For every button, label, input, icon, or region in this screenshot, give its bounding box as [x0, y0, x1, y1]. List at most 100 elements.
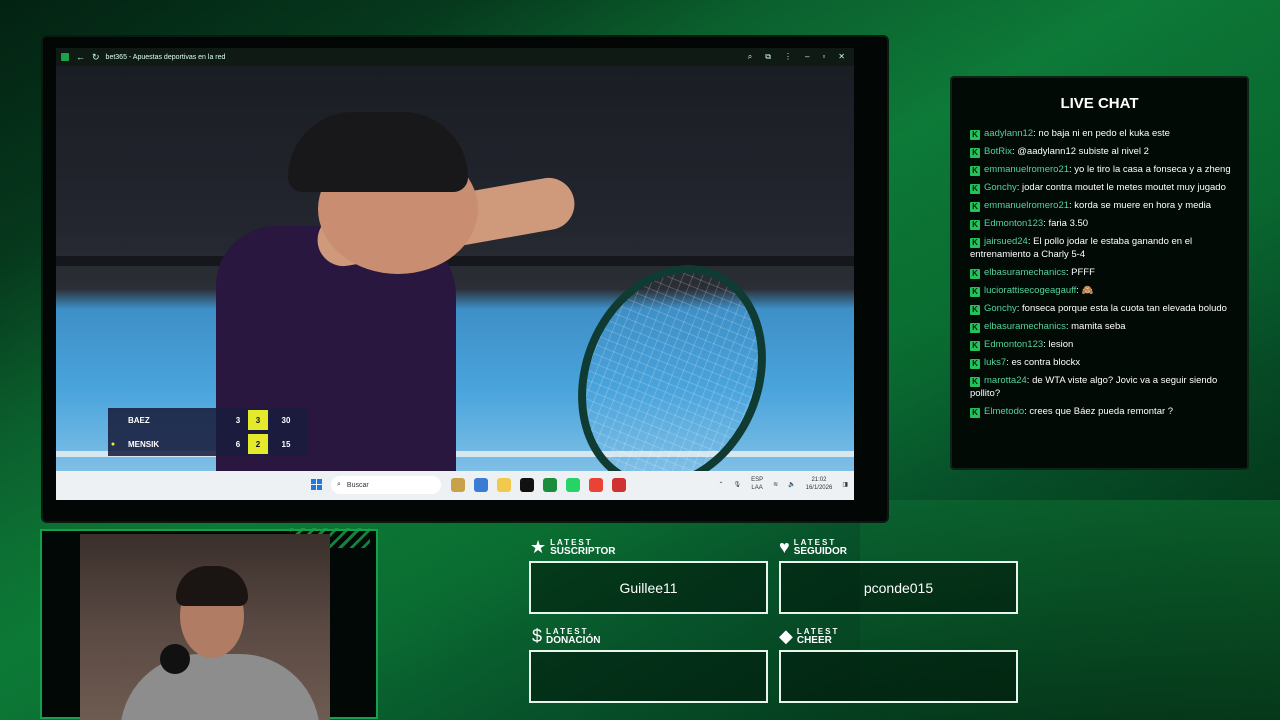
chat-username[interactable]: Edmonton123 [984, 218, 1043, 229]
back-arrow-icon[interactable]: ← [76, 52, 85, 62]
player-name: BAEZ [128, 415, 150, 425]
bet365-favicon-icon [61, 53, 69, 61]
window-controls: ⌕ ⧉ ⋮ – ▫ ✕ [748, 52, 845, 62]
streamer-hair [176, 566, 248, 606]
language-indicator[interactable]: ESP LAA [751, 476, 763, 492]
kick-badge-icon: K [970, 377, 980, 387]
chat-username[interactable]: luciorattisecogeagauff [984, 285, 1076, 296]
chat-message: Kaadylann12: no baja ni en pedo el kuka … [970, 127, 1232, 140]
system-tray: ⌃ 🎙 ESP LAA ≋ 🔈 21:02 16/1/2026 ◨ [718, 476, 848, 492]
chat-username[interactable]: Gonchy [984, 303, 1017, 314]
kick-badge-icon: K [970, 220, 980, 230]
chat-message: Kemmanuelromero21: korda se muere en hor… [970, 199, 1232, 212]
player-cap [288, 112, 468, 192]
label-big: DONACIÓN [546, 635, 601, 646]
kick-badge-icon: K [970, 184, 980, 194]
search-icon: ⌕ [337, 481, 341, 488]
widget-icon[interactable] [451, 478, 465, 492]
chat-username[interactable]: aadylann12 [984, 128, 1033, 139]
chat-text: yo le tiro la casa a fonseca y a zheng [1074, 164, 1231, 175]
chat-username[interactable]: emmanuelromero21 [984, 164, 1069, 175]
player-sets: 6 [235, 439, 241, 449]
chat-message: Kelbasuramechanics: mamita seba [970, 320, 1232, 333]
chat-username[interactable]: Edmonton123 [984, 339, 1043, 350]
chat-message: K Gonchy: fonseca porque esta la cuota ta… [970, 302, 1232, 315]
chat-username[interactable]: Elmetodo [984, 406, 1024, 417]
chat-message: Kelbasuramechanics: PFFF [970, 266, 1232, 279]
chat-username[interactable]: BotRix [984, 146, 1012, 157]
refresh-icon[interactable]: ↻ [92, 52, 100, 63]
tiktok-icon[interactable] [520, 478, 534, 492]
clock[interactable]: 21:02 16/1/2026 [806, 476, 833, 492]
live-chat-panel: LIVE CHAT Kaadylann12: no baja ni en ped… [950, 76, 1249, 470]
chat-username[interactable]: emmanuelromero21 [984, 200, 1069, 211]
wifi-icon[interactable]: ≋ [773, 481, 778, 488]
chat-text: fonseca porque esta la cuota tan elevada… [1022, 303, 1227, 314]
chat-text: 🙈 [1081, 285, 1094, 296]
volume-icon[interactable]: 🔈 [788, 481, 795, 488]
kick-badge-icon: K [970, 202, 980, 212]
search-placeholder: Buscar [346, 481, 369, 489]
heart-icon: ♥ [779, 537, 790, 557]
chat-text: no baja ni en pedo el kuka este [1038, 128, 1170, 139]
chat-username[interactable]: jairsued24 [984, 236, 1028, 247]
diamond-icon: ◆ [779, 626, 793, 646]
chrome-icon[interactable] [589, 478, 603, 492]
chat-message: Kluciorattisecogeagauff: 🙈 [970, 284, 1232, 297]
player-games: 2 [248, 434, 268, 454]
chat-message: Kjairsued24: El pollo jodar le estaba ga… [970, 235, 1232, 261]
latest-suscriptor-box: Guillee11 [529, 561, 768, 614]
serve-indicator-icon: ● [110, 440, 116, 448]
chat-text: @aadylann12 subiste al nivel 2 [1017, 146, 1149, 157]
minimize-icon[interactable]: – [805, 52, 809, 62]
chat-message: K Elmetodo: crees que Báez pueda remontar… [970, 405, 1232, 418]
extensions-icon[interactable]: ⧉ [765, 52, 771, 62]
latest-seguidor-label: ♥ LATEST SEGUIDOR [779, 537, 847, 557]
taskbar-apps [451, 478, 626, 492]
player-points: 30 [281, 415, 291, 425]
webcam-feed [80, 534, 330, 720]
notifications-icon[interactable]: ◨ [842, 481, 848, 488]
taskbar-search[interactable]: ⌕ Buscar [331, 476, 441, 494]
microphone [160, 644, 190, 674]
kick-badge-icon: K [970, 269, 980, 279]
label-big: SUSCRIPTOR [550, 546, 616, 557]
chat-username[interactable]: marotta24 [984, 375, 1027, 386]
microphone-icon[interactable]: 🎙 [733, 481, 741, 488]
tennis-racket [545, 236, 799, 471]
scoreboard-row: ● MENSIK 6 2 15 [108, 432, 308, 456]
latest-seguidor-box: pconde015 [779, 561, 1018, 614]
kick-badge-icon: K [970, 305, 980, 315]
latest-cheer-box [779, 650, 1018, 703]
player-sets: 3 [235, 415, 241, 425]
chat-message: Kmarotta24: de WTA viste algo? Jovic va … [970, 374, 1232, 400]
lang-top: ESP [751, 477, 764, 483]
scoreboard-row: BAEZ 3 3 30 [108, 408, 308, 432]
maximize-icon[interactable]: ▫ [822, 52, 825, 62]
chat-username[interactable]: Gonchy [984, 182, 1017, 193]
player-name: MENSIK [128, 439, 160, 449]
whatsapp-icon[interactable] [566, 478, 580, 492]
app-icon[interactable] [612, 478, 626, 492]
chat-text: lesion [1048, 339, 1074, 350]
copilot-icon[interactable] [474, 478, 488, 492]
scoreboard: BAEZ 3 3 30 ● MENSIK 6 2 15 [108, 408, 308, 456]
chat-username[interactable]: elbasuramechanics [984, 321, 1066, 332]
chat-title: LIVE CHAT [1060, 95, 1139, 112]
chat-username[interactable]: elbasuramechanics [984, 267, 1066, 278]
chat-text: korda se muere en hora y media [1074, 200, 1212, 211]
bet365-app-icon[interactable] [543, 478, 557, 492]
search-icon[interactable]: ⌕ [748, 52, 752, 62]
chat-message: Kemmanuelromero21: yo le tiro la casa a … [970, 163, 1232, 176]
close-icon[interactable]: ✕ [838, 52, 845, 62]
chat-username[interactable]: luks7 [984, 357, 1006, 368]
file-explorer-icon[interactable] [497, 478, 511, 492]
more-menu-icon[interactable]: ⋮ [784, 52, 792, 62]
kick-badge-icon: K [970, 238, 980, 248]
kick-badge-icon: K [970, 341, 980, 351]
chat-text: faria 3.50 [1048, 218, 1089, 229]
chevron-up-icon[interactable]: ⌃ [718, 481, 723, 488]
windows-start-icon[interactable] [311, 479, 323, 491]
chat-message-list: Kaadylann12: no baja ni en pedo el kuka … [970, 127, 1232, 423]
court-wall [56, 256, 854, 266]
